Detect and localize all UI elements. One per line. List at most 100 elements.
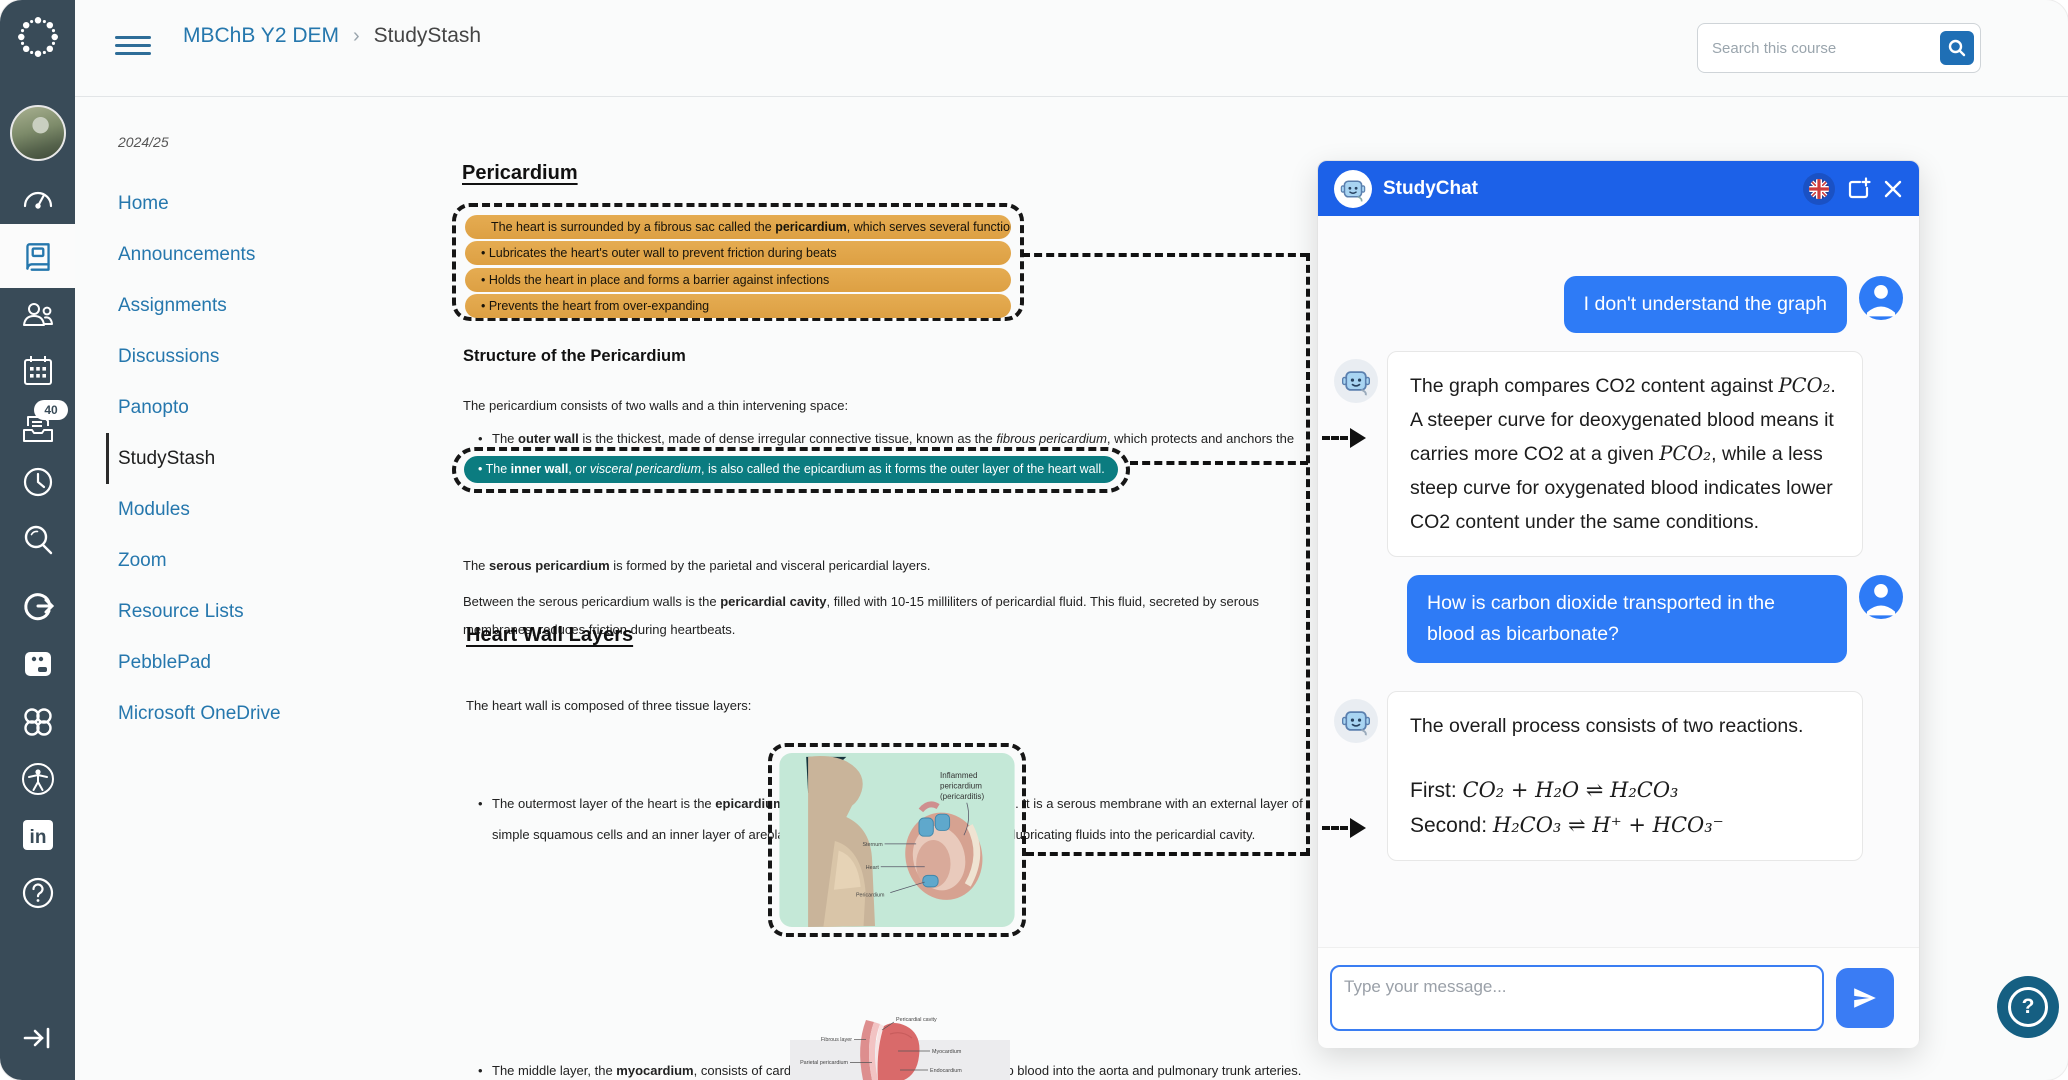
- bot-avatar-robot-icon: [1334, 699, 1378, 743]
- bot-paragraph: The overall process consists of two reac…: [1410, 709, 1840, 743]
- history-clock-icon[interactable]: [0, 462, 75, 502]
- user-bubble: I don't understand the graph: [1564, 276, 1847, 333]
- teal-highlight-line: • The inner wall, or visceral pericardiu…: [464, 456, 1118, 483]
- svg-text:Parietal pericardium: Parietal pericardium: [800, 1060, 848, 1066]
- canvas-logo-icon[interactable]: [0, 12, 75, 62]
- apps-clover-icon[interactable]: [0, 700, 75, 744]
- inbox-count-badge: 40: [34, 400, 68, 420]
- highlighted-inner-wall-box: • The inner wall, or visceral pericardiu…: [452, 447, 1130, 493]
- equation-first: First: CO₂ + H₂O ⇌ H₂CO₃: [1410, 773, 1840, 808]
- dashboard-gauge-icon[interactable]: [0, 179, 75, 217]
- close-chat-icon[interactable]: [1883, 179, 1903, 199]
- user-message-1: I don't understand the graph: [1334, 276, 1903, 333]
- pericarditis-illustration: Inflammed pericardium (pericarditis) Ste…: [778, 753, 1016, 927]
- pericarditis-figure-box: Inflammed pericardium (pericarditis) Ste…: [768, 743, 1026, 937]
- serous-paragraph: The serous pericardium is formed by the …: [463, 558, 930, 573]
- studychat-title: StudyChat: [1383, 178, 1792, 200]
- highlight-line: • Lubricates the heart's outer wall to p…: [465, 241, 1011, 265]
- svg-text:Pericardium: Pericardium: [856, 892, 885, 898]
- avatar-photo: [10, 105, 66, 161]
- share-arrow-circle-icon[interactable]: [0, 588, 75, 628]
- search-magnifier-icon[interactable]: [0, 518, 75, 562]
- bullet-marker: •: [478, 788, 483, 819]
- svg-text:(pericarditis): (pericarditis): [940, 792, 984, 801]
- user-bubble: How is carbon dioxide transported in the…: [1407, 575, 1847, 663]
- send-button[interactable]: [1836, 968, 1894, 1028]
- course-nav-studystash[interactable]: StudyStash: [106, 433, 418, 484]
- highlighted-functions-box: The heart is surrounded by a fibrous sac…: [452, 203, 1024, 321]
- breadcrumb-page: StudyStash: [374, 24, 481, 48]
- linkedin-icon[interactable]: in: [0, 814, 75, 856]
- course-nav-resource-lists[interactable]: Resource Lists: [118, 586, 418, 637]
- connector-line-figure: [1026, 852, 1308, 856]
- new-chat-icon[interactable]: [1846, 176, 1872, 202]
- course-nav-assignments[interactable]: Assignments: [118, 280, 418, 331]
- svg-text:Inflammed: Inflammed: [940, 771, 977, 780]
- connector-line-functions: [1022, 253, 1308, 257]
- heart-wall-layers-figure: Pericardial cavity Fibrous layer Parieta…: [790, 1014, 1010, 1080]
- groups-people-icon[interactable]: [0, 296, 75, 334]
- calendar-icon[interactable]: [0, 350, 75, 390]
- course-nav-pebblepad[interactable]: PebblePad: [118, 637, 418, 688]
- media-square-icon[interactable]: [0, 642, 75, 686]
- svg-text:Pericardial cavity: Pericardial cavity: [896, 1017, 937, 1023]
- svg-text:Sternum: Sternum: [862, 842, 883, 848]
- connector-line-vertical: [1306, 253, 1310, 856]
- connector-line-inner-wall: [1130, 461, 1308, 465]
- bot-avatar-robot-icon: [1334, 359, 1378, 403]
- studychat-logo-robot-icon: [1334, 170, 1372, 208]
- course-nav-announcements[interactable]: Announcements: [118, 229, 418, 280]
- svg-text:Endocardium: Endocardium: [930, 1068, 962, 1074]
- svg-text:pericardium: pericardium: [940, 781, 982, 790]
- collapse-arrow-icon[interactable]: [0, 1016, 75, 1060]
- bullet-marker: •: [478, 1056, 483, 1080]
- app-window: 40: [0, 0, 2068, 1080]
- global-sidebar: 40: [0, 0, 75, 1080]
- bot-bubble: The overall process consists of two reac…: [1387, 691, 1863, 861]
- svg-text:Myocardium: Myocardium: [932, 1049, 962, 1055]
- studychat-header: StudyChat: [1318, 161, 1919, 216]
- help-question-icon[interactable]: [0, 872, 75, 914]
- breadcrumb: MBChB Y2 DEM › StudyStash: [183, 24, 481, 48]
- help-question-glyph: ?: [2008, 987, 2048, 1027]
- page-title: Pericardium: [462, 162, 578, 185]
- breadcrumb-course-link[interactable]: MBChB Y2 DEM: [183, 24, 339, 48]
- svg-text:Fibrous layer: Fibrous layer: [821, 1037, 852, 1043]
- bot-bubble: The graph compares CO2 content against P…: [1387, 351, 1863, 557]
- course-search-input[interactable]: [1698, 40, 1940, 57]
- highlight-line: The heart is surrounded by a fibrous sac…: [465, 215, 1011, 239]
- structure-intro: The pericardium consists of two walls an…: [463, 398, 848, 413]
- course-search-box: [1697, 23, 1981, 73]
- highlight-line: • Holds the heart in place and forms a b…: [465, 268, 1011, 292]
- svg-text:Heart: Heart: [866, 865, 880, 871]
- bot-message-1: The graph compares CO2 content against P…: [1334, 351, 1903, 557]
- course-nav-discussions[interactable]: Discussions: [118, 331, 418, 382]
- course-nav: Home Announcements Assignments Discussio…: [118, 178, 418, 739]
- user-avatar-icon: [1859, 276, 1903, 320]
- course-nav-modules[interactable]: Modules: [118, 484, 418, 535]
- course-nav-zoom[interactable]: Zoom: [118, 535, 418, 586]
- chat-input-bar: [1318, 947, 1919, 1048]
- layers-intro: The heart wall is composed of three tiss…: [466, 698, 751, 713]
- user-message-2: How is carbon dioxide transported in the…: [1334, 575, 1903, 663]
- section-structure-heading: Structure of the Pericardium: [463, 347, 686, 366]
- accessibility-person-icon[interactable]: [0, 758, 75, 800]
- term-label: 2024/25: [118, 134, 169, 150]
- chat-messages-area: I don't understand the graph The graph c…: [1318, 216, 1919, 1048]
- highlight-line: • Prevents the heart from over-expanding: [465, 294, 1011, 318]
- courses-book-icon[interactable]: [0, 238, 75, 276]
- connector-arrow-response-1: [1322, 428, 1366, 448]
- equation-second: Second: H₂CO₃ ⇌ H⁺ + HCO₃⁻: [1410, 808, 1840, 843]
- course-nav-home[interactable]: Home: [118, 178, 418, 229]
- hamburger-menu-icon[interactable]: [115, 31, 151, 60]
- search-submit-button[interactable]: [1940, 31, 1974, 65]
- header-divider: [75, 96, 2068, 97]
- course-nav-panopto[interactable]: Panopto: [118, 382, 418, 433]
- help-floating-button[interactable]: ?: [1997, 976, 2059, 1038]
- svg-text:in: in: [29, 827, 46, 848]
- chat-message-input[interactable]: [1330, 965, 1824, 1031]
- breadcrumb-separator: ›: [353, 25, 360, 48]
- user-avatar[interactable]: [0, 104, 75, 162]
- course-nav-onedrive[interactable]: Microsoft OneDrive: [118, 688, 418, 739]
- language-flag-icon[interactable]: [1803, 173, 1835, 205]
